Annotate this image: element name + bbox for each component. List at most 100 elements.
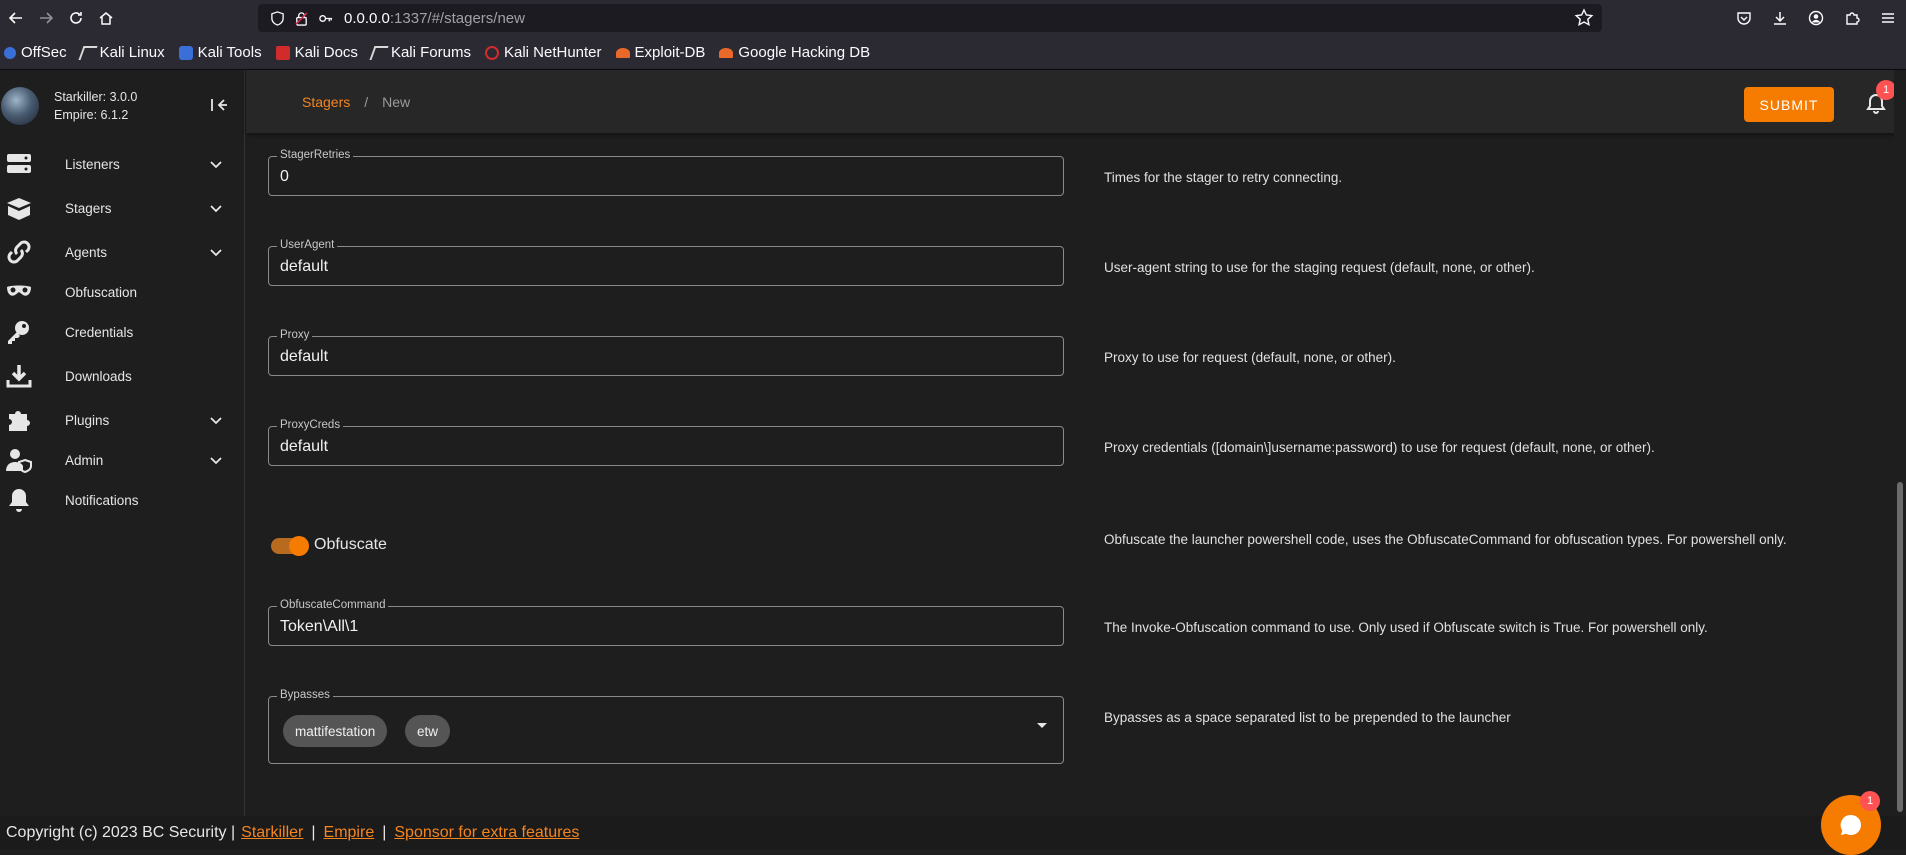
bypass-chip[interactable]: mattifestation: [283, 715, 388, 747]
obfuscate-command-input[interactable]: ObfuscateCommand Token\All\1: [268, 599, 1064, 646]
bypasses-select[interactable]: Bypasses mattifestation etw: [268, 689, 1064, 764]
chevron-down-icon[interactable]: [208, 452, 224, 468]
breadcrumb-stagers-link[interactable]: Stagers: [302, 94, 350, 110]
pocket-icon: [1737, 12, 1751, 25]
bookmarks-toolbar: OffSec Kali Linux Kali Tools Kali Docs K…: [0, 36, 1906, 70]
puzzle-icon: [4, 405, 34, 435]
kali-tools-icon: [178, 45, 193, 60]
footer-separator: |: [311, 823, 316, 841]
field-description: User-agent string to use for the staging…: [1104, 260, 1535, 275]
user-agent-input[interactable]: UserAgent default: [268, 239, 1064, 286]
bell-icon: [4, 485, 34, 515]
obfuscate-switch[interactable]: [271, 536, 309, 556]
scrollbar-thumb[interactable]: [1897, 482, 1903, 812]
field-value[interactable]: Token\All\1: [280, 618, 358, 636]
field-value[interactable]: 0: [280, 168, 289, 186]
account-button[interactable]: [1798, 4, 1834, 32]
sidebar: Starkiller: 3.0.0 Empire: 6.1.2 Listener…: [0, 70, 245, 816]
brand-text: Starkiller: 3.0.0 Empire: 6.1.2: [54, 88, 137, 124]
field-description: Times for the stager to retry connecting…: [1104, 170, 1343, 185]
page-scrollbar[interactable]: [1894, 70, 1906, 816]
server-icon: [4, 149, 34, 179]
field-description: Bypasses as a space separated list to be…: [1104, 710, 1511, 725]
proxy-creds-input[interactable]: ProxyCreds default: [268, 419, 1064, 466]
empire-link[interactable]: Empire: [324, 824, 375, 842]
field-value[interactable]: default: [280, 258, 328, 276]
field-value[interactable]: default: [280, 348, 328, 366]
chat-badge: 1: [1860, 791, 1880, 811]
sidebar-item-label: Downloads: [65, 368, 132, 384]
proxy-input[interactable]: Proxy default: [268, 329, 1064, 376]
footer: Copyright (c) 2023 BC Security | Starkil…: [0, 816, 1906, 849]
field-value[interactable]: default: [280, 438, 328, 456]
copyright-text: Copyright (c) 2023 BC Security |: [6, 823, 236, 841]
sidebar-item-notifications[interactable]: Notifications: [0, 478, 244, 522]
bookmark-kali-linux[interactable]: Kali Linux: [78, 44, 165, 61]
bookmark-kali-nethunter[interactable]: Kali NetHunter: [484, 44, 602, 61]
stager-retries-input[interactable]: StagerRetries 0: [268, 149, 1064, 196]
sidebar-item-plugins[interactable]: Plugins: [0, 398, 244, 442]
sidebar-item-label: Stagers: [65, 200, 112, 216]
chevron-down-icon[interactable]: [208, 412, 224, 428]
reload-button[interactable]: [62, 4, 90, 32]
forward-button[interactable]: [32, 4, 60, 32]
extensions-button[interactable]: [1834, 4, 1870, 32]
pocket-button[interactable]: [1726, 4, 1762, 32]
field-description: Proxy to use for request (default, none,…: [1104, 350, 1396, 365]
dropdown-caret-icon[interactable]: [1037, 723, 1047, 728]
user-shield-icon: [4, 445, 34, 475]
brand: Starkiller: 3.0.0 Empire: 6.1.2: [0, 70, 244, 142]
submit-button[interactable]: SUBMIT: [1744, 87, 1834, 122]
sidebar-item-agents[interactable]: Agents: [0, 230, 244, 274]
lock-insecure-icon[interactable]: [290, 7, 312, 29]
notification-badge: 1: [1876, 80, 1896, 100]
sidebar-item-label: Listeners: [65, 156, 120, 172]
bookmark-kali-forums[interactable]: Kali Forums: [369, 44, 471, 61]
switch-knob[interactable]: [289, 536, 309, 556]
bookmark-google-hacking-db[interactable]: Google Hacking DB: [719, 44, 870, 61]
sidebar-item-label: Admin: [65, 452, 104, 468]
url-text: 0.0.0.0:1337/#/stagers/new: [344, 9, 525, 27]
chevron-down-icon[interactable]: [208, 244, 224, 260]
empire-version: Empire: 6.1.2: [54, 108, 129, 122]
sidebar-item-credentials[interactable]: Credentials: [0, 310, 244, 354]
field-description: Obfuscate the launcher powershell code, …: [1104, 532, 1787, 547]
ghdb-icon: [719, 47, 734, 58]
exploit-db-icon: [615, 47, 630, 58]
shield-icon[interactable]: [266, 7, 288, 29]
back-button[interactable]: [2, 4, 30, 32]
hamburger-icon: [1882, 13, 1894, 23]
app-version: Starkiller: 3.0.0: [54, 90, 138, 104]
top-app-bar: Stagers / New SUBMIT 1: [246, 70, 1906, 133]
offsec-icon: [4, 46, 16, 59]
field-description: Proxy credentials ([domain\]username:pas…: [1104, 440, 1655, 455]
bookmark-offsec[interactable]: OffSec: [4, 44, 67, 61]
chevron-down-icon[interactable]: [208, 156, 224, 172]
kali-forums-icon: [369, 45, 389, 60]
permissions-icon[interactable]: [314, 7, 336, 29]
field-label: Bypasses: [277, 689, 333, 701]
browser-right-tools: [1726, 4, 1906, 32]
bypass-chip[interactable]: etw: [405, 715, 451, 747]
starkiller-link[interactable]: Starkiller: [241, 824, 303, 842]
url-bar[interactable]: 0.0.0.0:1337/#/stagers/new: [258, 4, 1602, 32]
sidebar-item-admin[interactable]: Admin: [0, 442, 244, 478]
box-icon: [4, 193, 34, 223]
chevron-down-icon[interactable]: [208, 200, 224, 216]
download-icon: [4, 361, 34, 391]
obfuscate-switch-label[interactable]: Obfuscate: [314, 536, 387, 554]
downloads-button[interactable]: [1762, 4, 1798, 32]
breadcrumb-current: New: [382, 93, 411, 110]
sidebar-item-listeners[interactable]: Listeners: [0, 142, 244, 186]
bookmark-star-icon[interactable]: [1574, 8, 1594, 28]
home-button[interactable]: [92, 4, 120, 32]
sidebar-item-downloads[interactable]: Downloads: [0, 354, 244, 398]
bookmark-kali-docs[interactable]: Kali Docs: [275, 44, 358, 61]
bookmark-kali-tools[interactable]: Kali Tools: [178, 44, 262, 61]
sponsor-link[interactable]: Sponsor for extra features: [394, 824, 579, 842]
bookmark-exploit-db[interactable]: Exploit-DB: [615, 44, 705, 61]
sidebar-item-stagers[interactable]: Stagers: [0, 186, 244, 230]
collapse-sidebar-icon[interactable]: [208, 94, 230, 116]
sidebar-item-obfuscation[interactable]: Obfuscation: [0, 274, 244, 310]
menu-button[interactable]: [1870, 4, 1906, 32]
